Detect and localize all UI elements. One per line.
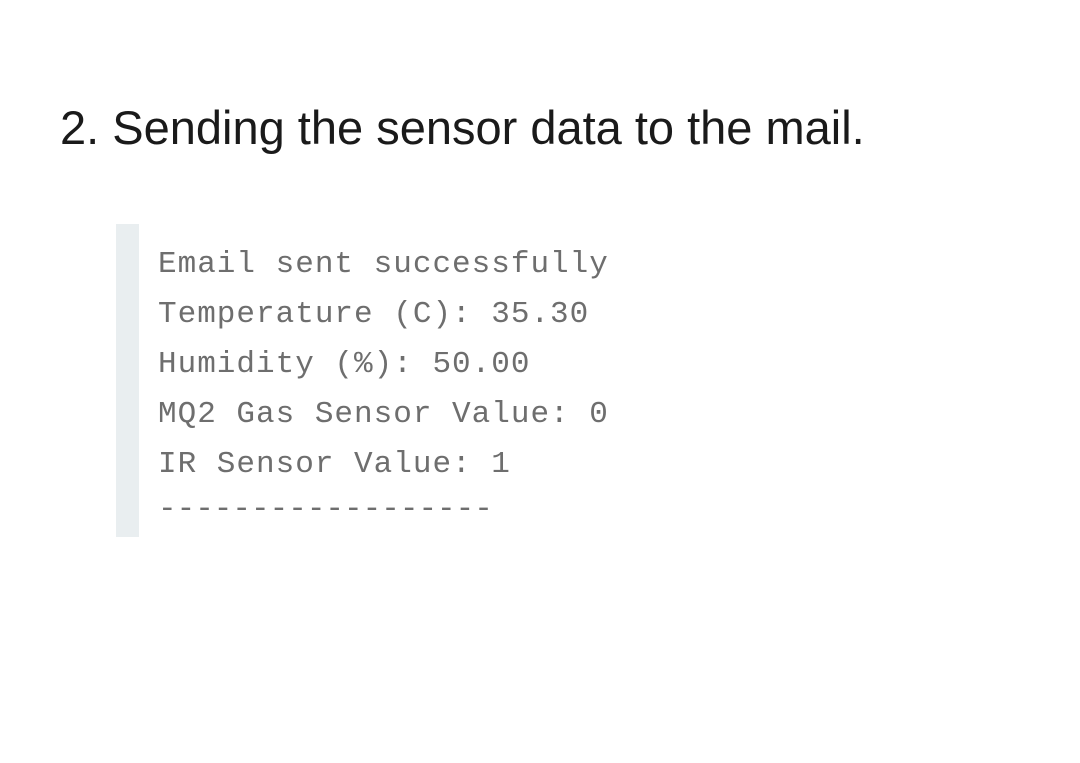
console-lines: Email sent successfully Temperature (C):… <box>158 240 609 528</box>
serial-monitor-output: Email sent successfully Temperature (C):… <box>116 224 736 537</box>
temperature-line: Temperature (C): 35.30 <box>158 297 590 332</box>
ir-sensor-line: IR Sensor Value: 1 <box>158 447 511 482</box>
console-gutter <box>116 224 139 537</box>
email-status-line: Email sent successfully <box>158 247 609 282</box>
slide: 2. Sending the sensor data to the mail. … <box>0 0 1080 763</box>
gas-sensor-line: MQ2 Gas Sensor Value: 0 <box>158 397 609 432</box>
separator-line: ------------------ <box>158 492 493 527</box>
slide-heading: 2. Sending the sensor data to the mail. <box>60 101 865 154</box>
humidity-line: Humidity (%): 50.00 <box>158 347 531 382</box>
